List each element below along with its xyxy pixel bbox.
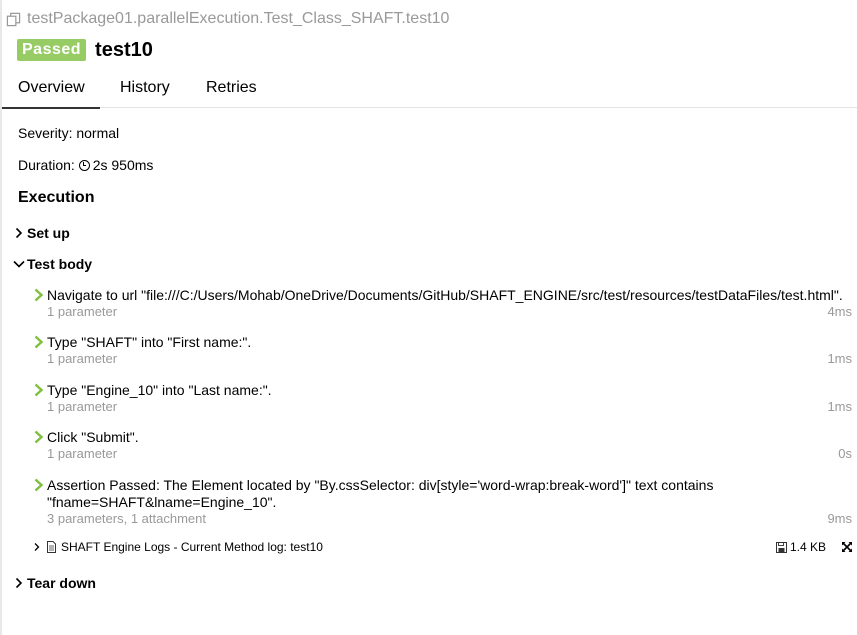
test-body-group[interactable]: Test body: [11, 256, 92, 272]
tab-bar: Overview History Retries: [0, 70, 857, 109]
step-title: Type "SHAFT" into "First name:".: [47, 334, 252, 350]
duration-value: 2s 950ms: [92, 157, 154, 173]
file-icon: [46, 541, 57, 553]
clock-icon: [78, 160, 90, 171]
tab-overview[interactable]: Overview: [2, 70, 100, 109]
step-click-submit[interactable]: Click "Submit". 1 parameter 0s: [32, 429, 854, 461]
copy-icon[interactable]: [6, 12, 21, 27]
test-body-label: Test body: [27, 256, 93, 272]
test-name: test10: [95, 38, 153, 61]
attachment-size: 1.4 KB: [775, 540, 826, 554]
step-expand-icon: [32, 288, 46, 302]
tab-history[interactable]: History: [120, 70, 170, 108]
status-badge: Passed: [17, 39, 87, 61]
step-type-first-name[interactable]: Type "SHAFT" into "First name:". 1 param…: [32, 334, 854, 366]
expand-icon[interactable]: [841, 541, 853, 553]
attachment-size-value: 1.4 KB: [789, 540, 826, 554]
step-title: Type "Engine_10" into "Last name:".: [47, 382, 272, 398]
execution-title: Execution: [18, 189, 95, 206]
step-params: 1 parameter: [47, 304, 118, 319]
step-title: Assertion Passed: The Element located by…: [47, 477, 713, 511]
test-title: Passed test10: [17, 38, 153, 62]
step-title: Click "Submit".: [47, 429, 139, 445]
step-title-line-1: Assertion Passed: The Element located by…: [47, 477, 714, 493]
step-title-line-2: "fname=SHAFT&lname=Engine_10".: [47, 494, 277, 510]
step-duration: 1ms: [827, 351, 852, 366]
breadcrumb-text: testPackage01.parallelExecution.Test_Cla…: [27, 10, 450, 27]
teardown-label: Tear down: [27, 575, 96, 591]
step-duration: 9ms: [827, 511, 852, 526]
save-icon: [775, 541, 787, 553]
step-expand-icon: [32, 478, 46, 492]
tab-retries[interactable]: Retries: [206, 70, 257, 108]
breadcrumb: testPackage01.parallelExecution.Test_Cla…: [6, 9, 449, 29]
step-duration: 1ms: [827, 399, 852, 414]
attachment-row[interactable]: SHAFT Engine Logs - Current Method log: …: [31, 539, 854, 555]
severity-field: Severity: normal: [18, 125, 119, 141]
step-expand-icon: [32, 335, 46, 349]
step-type-last-name[interactable]: Type "Engine_10" into "Last name:". 1 pa…: [32, 382, 854, 414]
setup-group[interactable]: Set up: [11, 225, 70, 241]
chevron-right-icon: [11, 225, 27, 241]
duration-label: Duration:: [18, 157, 75, 173]
step-params: 1 parameter: [47, 351, 118, 366]
chevron-right-icon: [11, 575, 27, 591]
chevron-right-icon: [31, 541, 43, 553]
severity-value: normal: [76, 125, 120, 141]
chevron-down-icon: [11, 256, 27, 272]
step-params: 1 parameter: [47, 446, 118, 461]
step-duration: 4ms: [827, 304, 852, 319]
duration-field: Duration: 2s 950ms: [18, 157, 153, 173]
step-duration: 0s: [838, 446, 852, 461]
step-assertion[interactable]: Assertion Passed: The Element located by…: [32, 477, 854, 526]
step-title: Navigate to url "file:///C:/Users/Mohab/…: [47, 287, 843, 303]
attachment-name: SHAFT Engine Logs - Current Method log: …: [61, 540, 323, 554]
step-params: 3 parameters, 1 attachment: [47, 511, 206, 526]
step-expand-icon: [32, 383, 46, 397]
setup-label: Set up: [27, 225, 70, 241]
severity-label: Severity:: [18, 125, 73, 141]
step-navigate[interactable]: Navigate to url "file:///C:/Users/Mohab/…: [32, 287, 854, 319]
step-params: 1 parameter: [47, 399, 118, 414]
teardown-group[interactable]: Tear down: [11, 575, 96, 591]
step-expand-icon: [32, 430, 46, 444]
